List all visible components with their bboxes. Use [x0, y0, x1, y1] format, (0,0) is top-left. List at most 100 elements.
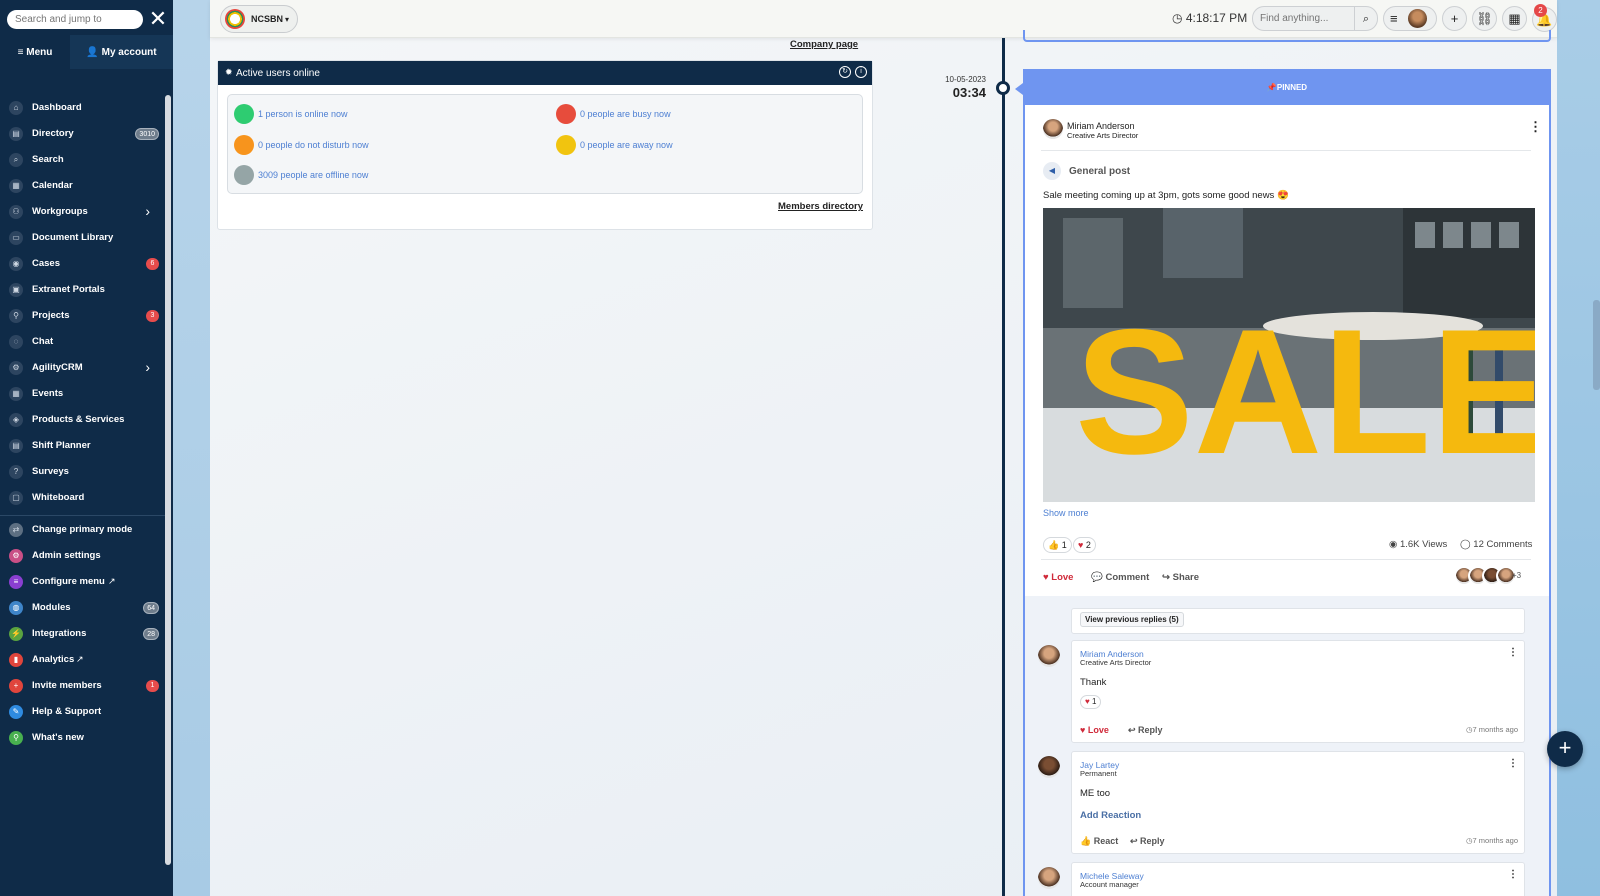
- timeline-node: [996, 81, 1010, 95]
- tab-menu[interactable]: ≡ Menu: [0, 35, 70, 69]
- members-directory-link[interactable]: Members directory: [778, 201, 863, 212]
- sidebar-item-label: Extranet Portals: [32, 284, 105, 295]
- calendar-icon: ▦: [1508, 11, 1521, 26]
- reply-author-avatar[interactable]: [1038, 867, 1060, 889]
- sidebar-item-events[interactable]: ▦ Events: [0, 381, 162, 407]
- help-icon: ✎: [9, 705, 23, 719]
- calendar-button[interactable]: ▦: [1502, 6, 1527, 31]
- floating-add-button[interactable]: +: [1547, 731, 1583, 767]
- sidebar-item-projects[interactable]: ⚲ Projects 3: [0, 303, 162, 329]
- sale-word: SALE: [1075, 292, 1535, 491]
- share-label: Share: [1172, 572, 1200, 583]
- status-away[interactable]: 0 people are away now: [556, 135, 673, 155]
- reply-author-avatar[interactable]: [1038, 645, 1060, 667]
- add-button[interactable]: +: [1442, 6, 1467, 31]
- sidebar-search-input[interactable]: [7, 10, 143, 29]
- sidebar-item-whats-new[interactable]: ⚲ What's new: [0, 725, 162, 751]
- external-link-icon: ↗: [108, 576, 116, 586]
- sidebar-item-configure-menu[interactable]: ≡ Configure menu ↗: [0, 569, 162, 595]
- sidebar-item-document-library[interactable]: ▭ Document Library: [0, 225, 162, 251]
- sidebar-item-chat[interactable]: ◌ Chat: [0, 329, 162, 355]
- sidebar-item-search[interactable]: ⌕ Search: [0, 147, 162, 173]
- sidebar-item-label: Configure menu: [32, 576, 105, 587]
- post-options-icon[interactable]: ⋮: [1529, 119, 1542, 135]
- sidebar-item-agilitycrm[interactable]: ⚙ AgilityCRM ›: [0, 355, 162, 381]
- reply-button[interactable]: ↩ Reply: [1130, 836, 1165, 847]
- previous-card-edge: [1023, 30, 1551, 42]
- tab-my-account[interactable]: 👤 My account: [70, 35, 173, 69]
- count-badge: 64: [143, 602, 159, 614]
- sidebar-item-whiteboard[interactable]: ▢ Whiteboard: [0, 485, 162, 511]
- sidebar-item-help-support[interactable]: ✎ Help & Support: [0, 699, 162, 725]
- info-icon[interactable]: i: [855, 66, 867, 78]
- author-avatar[interactable]: [1043, 119, 1063, 139]
- author-name[interactable]: Miriam Anderson: [1067, 121, 1135, 131]
- status-dnd[interactable]: 0 people do not disturb now: [234, 135, 369, 155]
- sidebar-item-modules[interactable]: ◍ Modules 64: [0, 595, 162, 621]
- status-offline[interactable]: 3009 people are offline now: [234, 165, 368, 185]
- page-scrollbar[interactable]: [1593, 300, 1600, 390]
- reply-options-icon[interactable]: ⋮: [1508, 647, 1518, 658]
- reply-icon: ↩: [1130, 836, 1141, 846]
- sidebar-item-analytics[interactable]: ▮ Analytics ↗: [0, 647, 162, 673]
- sidebar-item-products-services[interactable]: ◈ Products & Services: [0, 407, 162, 433]
- company-page-link[interactable]: Company page: [790, 39, 858, 50]
- add-reaction-button[interactable]: Add Reaction: [1080, 810, 1141, 821]
- share-button[interactable]: ↪ Share: [1162, 572, 1199, 583]
- sidebar-item-workgroups[interactable]: ⚇ Workgroups ›: [0, 199, 162, 225]
- status-online[interactable]: 1 person is online now: [234, 104, 348, 124]
- search-icon: ⌕: [9, 153, 23, 167]
- view-previous-replies-button[interactable]: View previous replies (5): [1080, 612, 1184, 627]
- divider: [1041, 559, 1531, 560]
- love-reaction-pill[interactable]: ♥ 2: [1073, 537, 1096, 553]
- search-button[interactable]: ⌕: [1354, 6, 1378, 31]
- show-more-link[interactable]: Show more: [1043, 508, 1089, 518]
- reply-options-icon[interactable]: ⋮: [1508, 869, 1518, 880]
- org-switcher[interactable]: NCSBN ▾: [220, 5, 298, 33]
- reply-love-button[interactable]: ♥ Love: [1080, 725, 1109, 735]
- sidebar-item-change-primary-mode[interactable]: ⇄ Change primary mode: [0, 517, 162, 543]
- comment-icon: ◯: [1460, 539, 1474, 550]
- pinned-post-card: 📌PINNED Miriam Anderson Creative Arts Di…: [1015, 69, 1551, 896]
- sidebar-item-calendar[interactable]: ▦ Calendar: [0, 173, 162, 199]
- sidebar-item-cases[interactable]: ◉ Cases 6: [0, 251, 162, 277]
- sidebar-item-admin-settings[interactable]: ⚙ Admin settings: [0, 543, 162, 569]
- sidebar-item-shift-planner[interactable]: ▤ Shift Planner: [0, 433, 162, 459]
- sidebar-item-dashboard[interactable]: ⌂ Dashboard: [0, 95, 162, 121]
- reply-options-icon[interactable]: ⋮: [1508, 758, 1518, 769]
- sidebar-item-extranet-portals[interactable]: ▣ Extranet Portals: [0, 277, 162, 303]
- reply-text: ME too: [1080, 788, 1111, 799]
- sidebar-item-integrations[interactable]: ⚡ Integrations 28: [0, 621, 162, 647]
- find-anything-input[interactable]: [1252, 6, 1354, 31]
- close-icon[interactable]: ✕: [148, 8, 168, 30]
- refresh-icon[interactable]: ↻: [839, 66, 851, 78]
- like-reaction-pill[interactable]: 👍 1: [1043, 537, 1072, 553]
- sidebar-item-invite-members[interactable]: + Invite members 1: [0, 673, 162, 699]
- reply-reaction-pill[interactable]: ♥ 1: [1080, 695, 1102, 709]
- reply-author-avatar[interactable]: [1038, 756, 1060, 778]
- menu-icon: ≡: [9, 575, 23, 589]
- link-icon: ⛓: [1476, 11, 1493, 26]
- react-button[interactable]: 👍 React: [1080, 836, 1118, 847]
- post-image[interactable]: SALE: [1043, 208, 1535, 502]
- more-reactors-count[interactable]: +3: [1512, 571, 1521, 580]
- comments-count[interactable]: ◯ 12 Comments: [1460, 539, 1532, 550]
- reply-button[interactable]: ↩ Reply: [1128, 725, 1163, 736]
- replies-section: View previous replies (5) Miriam Anderso…: [1025, 596, 1549, 896]
- sidebar-item-label: Admin settings: [32, 550, 101, 561]
- dnd-status-dot: [234, 135, 254, 155]
- events-icon: ▦: [9, 387, 23, 401]
- count-badge: 1: [146, 680, 159, 692]
- links-button[interactable]: ⛓: [1472, 6, 1497, 31]
- sidebar-item-directory[interactable]: ▤ Directory 3010: [0, 121, 162, 147]
- comment-button[interactable]: 💬 Comment: [1091, 572, 1149, 583]
- love-button[interactable]: ♥ Love: [1043, 572, 1073, 583]
- reply-author-role: Permanent: [1080, 769, 1117, 778]
- status-busy[interactable]: 0 people are busy now: [556, 104, 671, 124]
- user-menu-button[interactable]: ≡: [1383, 6, 1437, 31]
- react-label: React: [1093, 836, 1119, 846]
- cases-icon: ◉: [9, 257, 23, 271]
- sidebar-item-surveys[interactable]: ? Surveys: [0, 459, 162, 485]
- count-badge: 6: [146, 258, 159, 270]
- sidebar-scrollbar[interactable]: [165, 95, 171, 865]
